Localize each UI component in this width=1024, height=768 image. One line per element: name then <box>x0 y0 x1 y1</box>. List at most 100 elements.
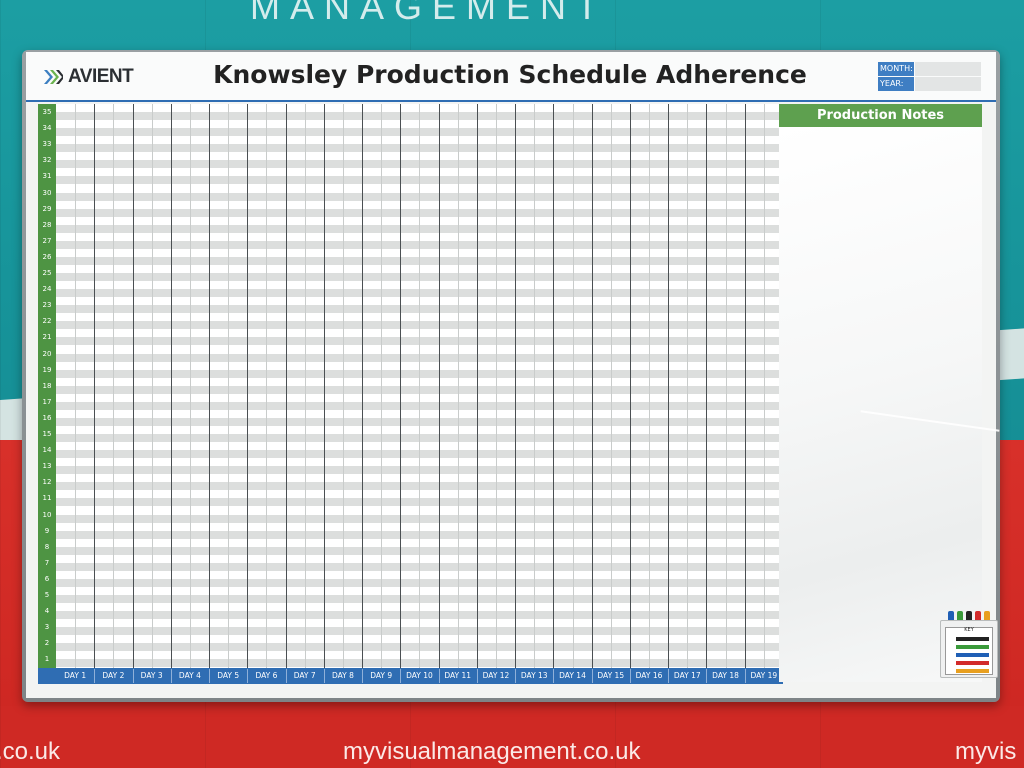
row-label: 14 <box>42 446 52 455</box>
half-column-line <box>189 104 191 668</box>
half-column-line <box>457 104 459 668</box>
half-column-line <box>763 104 765 668</box>
day-column-divider <box>553 104 555 668</box>
row-label: 4 <box>44 607 50 616</box>
day-label: DAY 5 <box>217 671 240 680</box>
half-column-line <box>534 104 536 668</box>
day-label: DAY 2 <box>102 671 125 680</box>
row-label: 27 <box>42 236 52 245</box>
half-column-line <box>381 104 383 668</box>
month-field[interactable] <box>915 62 981 76</box>
half-column-line <box>649 104 651 668</box>
day-column-divider <box>744 104 746 668</box>
day-column-divider <box>400 104 402 668</box>
day-label: DAY 7 <box>293 671 316 680</box>
row-label: 9 <box>44 526 50 535</box>
half-column-line <box>228 104 230 668</box>
day-label: DAY 18 <box>712 671 739 680</box>
day-label: DAY 16 <box>635 671 663 680</box>
row-label: 30 <box>42 188 52 197</box>
day-column-divider <box>170 104 172 668</box>
row-label: 11 <box>42 494 52 503</box>
row-label: 22 <box>42 317 52 326</box>
row-label: 31 <box>42 172 52 181</box>
row-label: 29 <box>42 204 52 213</box>
day-column-divider <box>515 104 517 668</box>
footer-url: myvisualmanagement.co.uk <box>343 738 641 765</box>
day-label: DAY 10 <box>406 671 433 680</box>
day-column-divider <box>668 104 670 668</box>
row-label: 1 <box>44 655 50 664</box>
production-notes-header: Production Notes <box>779 104 982 127</box>
row-label: 16 <box>42 413 52 422</box>
row-label: 20 <box>42 349 52 358</box>
row-label: 32 <box>42 156 52 165</box>
avient-logo: AVIENT <box>42 64 134 90</box>
day-column-divider <box>285 104 287 668</box>
row-label: 10 <box>42 510 52 519</box>
day-column-divider <box>209 104 211 668</box>
month-label: MONTH: <box>878 62 914 76</box>
key-title: KEY <box>964 627 974 633</box>
key-colour-row <box>956 661 989 665</box>
key-colour-row <box>956 645 989 649</box>
day-label: DAY 1 <box>64 671 87 680</box>
row-label: 6 <box>44 574 50 583</box>
half-column-line <box>304 104 306 668</box>
half-column-line <box>687 104 689 668</box>
day-column-divider <box>438 104 440 668</box>
day-column-divider <box>362 104 364 668</box>
row-label: 18 <box>42 381 52 390</box>
row-label: 21 <box>42 333 52 342</box>
backdrop-footer: .co.uk myvisualmanagement.co.uk myvis <box>0 738 1024 768</box>
day-column-divider <box>94 104 96 668</box>
half-column-line <box>572 104 574 668</box>
day-label: DAY 9 <box>370 671 393 680</box>
footer-left-url: .co.uk <box>0 738 61 765</box>
key-colour-row <box>956 669 989 673</box>
day-label: DAY 13 <box>520 671 548 680</box>
row-label: 12 <box>42 478 52 487</box>
board-title: Knowsley Production Schedule Adherence <box>213 60 807 89</box>
row-label: 15 <box>42 430 52 438</box>
day-label: DAY 4 <box>178 671 201 680</box>
half-column-line <box>75 104 77 668</box>
day-column-divider <box>323 104 325 668</box>
half-column-line <box>151 104 153 668</box>
half-column-line <box>495 104 497 668</box>
day-label: DAY 12 <box>482 671 510 680</box>
row-label: 28 <box>42 220 52 229</box>
production-notes-area[interactable] <box>779 127 982 682</box>
row-label: 23 <box>42 301 52 310</box>
backdrop-top-text: MANAGEMENT <box>250 0 609 27</box>
day-label: DAY 19 <box>750 671 778 680</box>
row-label: 7 <box>44 558 50 567</box>
day-column-divider <box>247 104 249 668</box>
day-column-divider <box>629 104 631 668</box>
day-column-divider <box>476 104 478 668</box>
row-label: 3 <box>44 623 50 632</box>
key-colour-row <box>956 653 989 657</box>
year-field[interactable] <box>915 77 981 91</box>
row-label: 5 <box>44 591 50 599</box>
row-label: 24 <box>42 285 52 294</box>
half-column-line <box>113 104 115 668</box>
day-label: DAY 17 <box>673 671 701 680</box>
day-label: DAY 3 <box>140 671 163 680</box>
logo-text: AVIENT <box>68 66 134 87</box>
half-column-line <box>342 104 344 668</box>
day-column-divider <box>591 104 593 668</box>
row-label: 19 <box>42 365 52 374</box>
row-label: 13 <box>42 462 52 471</box>
key-colour-row <box>956 637 989 641</box>
day-label: DAY 6 <box>255 671 278 680</box>
row-label: 17 <box>42 397 52 406</box>
day-column-divider <box>132 104 134 668</box>
day-column-divider <box>706 104 708 668</box>
day-label: DAY 11 <box>444 671 472 680</box>
year-label: YEAR: <box>878 77 914 91</box>
colour-key-card <box>945 627 993 675</box>
row-label: 8 <box>44 542 50 551</box>
half-column-line <box>419 104 421 668</box>
avient-logo-icon <box>44 70 63 84</box>
